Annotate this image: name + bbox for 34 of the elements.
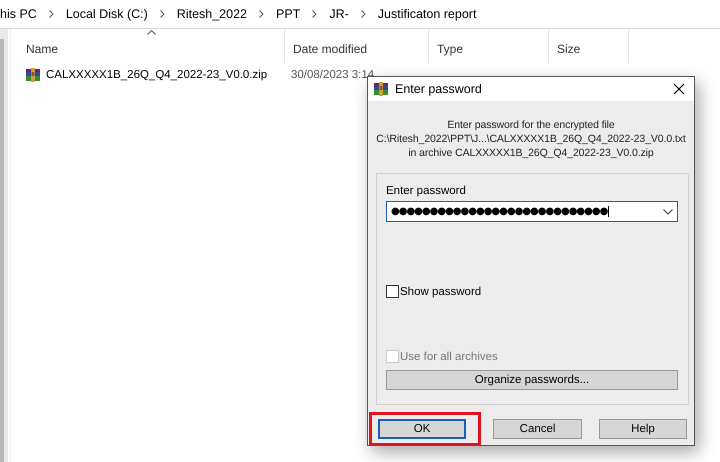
organize-passwords-button[interactable]: Organize passwords... — [386, 370, 678, 390]
scrollbar-thumb[interactable] — [0, 39, 4, 462]
column-header[interactable]: Name — [25, 42, 58, 56]
date-cell-text: 30/08/2023 3:14 — [290, 69, 376, 81]
breadcrumb-item[interactable]: JR- — [329, 7, 349, 21]
field-label: Enter password — [386, 185, 466, 197]
checkbox[interactable] — [386, 285, 399, 298]
dialog-button[interactable]: Help — [599, 419, 687, 439]
breadcrumb-item[interactable]: his PC — [0, 7, 37, 21]
column-header[interactable]: Size — [556, 42, 580, 56]
message-text: in archive CALXXXXX1B_26Q_Q4_2022-23_V0.0.zip — [408, 146, 654, 160]
chevron-icon — [160, 10, 165, 18]
breadcrumb-item[interactable]: PPT — [276, 7, 300, 21]
message-text: C:\Ritesh_2022\PPT\J...\CALXXXXX1B_26Q_Q4_2022-23_V0.0.txt — [376, 132, 686, 146]
breadcrumb-item[interactable]: Local Disk (C:) — [66, 7, 148, 21]
column-header[interactable]: Type — [436, 42, 464, 56]
archive-icon — [25, 67, 41, 83]
breadcrumb-item[interactable]: Ritesh_2022 — [176, 7, 247, 21]
password-field[interactable]: ●●●●●●●●●●●●●●●●●●●●●●●●●●●● — [386, 201, 678, 222]
chevron-icon — [48, 10, 54, 18]
archive-icon — [373, 81, 389, 97]
file-name[interactable]: CALXXXXX1B_26Q_Q4_2022-23_V0.0.zip — [46, 69, 268, 81]
dialog-title: Enter password — [395, 82, 483, 96]
checkbox-label[interactable]: Show password — [400, 286, 482, 298]
chevron-icon — [259, 10, 264, 18]
message-text: Enter password for the encrypted file — [447, 118, 615, 132]
sort-caret-icon — [146, 30, 156, 35]
chevron-icon — [312, 10, 318, 18]
close-icon[interactable] — [672, 82, 686, 96]
dialog-button[interactable]: Cancel — [493, 419, 582, 439]
column-header[interactable]: Date modified — [292, 42, 368, 56]
chevron-icon — [360, 10, 366, 18]
breadcrumb-item[interactable]: Justificaton report — [378, 7, 476, 21]
dialog-button[interactable]: OK — [378, 419, 466, 439]
